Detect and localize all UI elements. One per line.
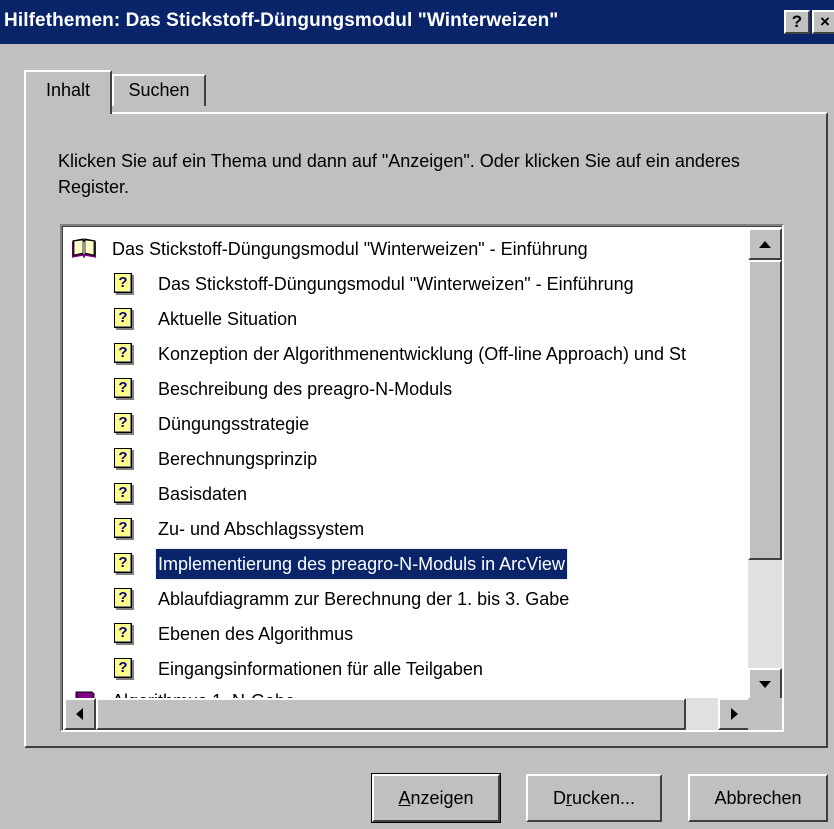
help-button[interactable]: ? — [784, 10, 810, 34]
tree-topic-item[interactable]: ? Düngungsstrategie — [64, 409, 750, 439]
help-topic-icon: ? — [114, 448, 132, 468]
horizontal-scrollbar[interactable] — [64, 698, 750, 730]
tab-suchen-label: Suchen — [128, 80, 190, 100]
horizontal-scroll-thumb[interactable] — [96, 698, 686, 730]
tree-topic-item[interactable]: ? Ablaufdiagramm zur Berechnung der 1. b… — [64, 584, 750, 614]
tree-topic-item[interactable]: ? Berechnungsprinzip — [64, 444, 750, 474]
tree-topic-item[interactable]: ? Konzeption der Algorithmenentwicklung … — [64, 339, 750, 369]
help-topic-icon: ? — [114, 413, 132, 433]
tree-topic-item[interactable]: ? Das Stickstoff-Düngungsmodul "Winterwe… — [64, 269, 750, 299]
tree-topic-item[interactable]: ? Basisdaten — [64, 479, 750, 509]
tree-topic-label: Zu- und Abschlagssystem — [158, 519, 365, 539]
arrow-left-icon — [76, 708, 83, 720]
tree-topic-label: Düngungsstrategie — [158, 414, 310, 434]
tree-topic-label: Implementierung des preagro-N-Moduls in … — [155, 548, 568, 580]
cancel-button[interactable]: Abbrechen — [688, 774, 828, 822]
help-topic-icon: ? — [114, 273, 132, 293]
help-topic-icon: ? — [114, 308, 132, 328]
help-topic-icon: ? — [114, 378, 132, 398]
help-topic-icon: ? — [114, 553, 132, 573]
tree-root-item[interactable]: Das Stickstoff-Düngungsmodul "Winterweiz… — [64, 234, 750, 264]
scroll-left-button[interactable] — [64, 698, 96, 730]
show-button-label: Anzeigen — [398, 788, 474, 808]
tree-topic-item[interactable]: ? Eingangsinformationen für alle Teilgab… — [64, 654, 750, 684]
mnemonic-letter: r — [565, 788, 572, 808]
instruction-text: Klicken Sie auf ein Thema und dann auf "… — [58, 151, 740, 197]
tree-topic-label: Das Stickstoff-Düngungsmodul "Winterweiz… — [158, 274, 634, 294]
tree-topic-label: Ebenen des Algorithmus — [158, 624, 354, 644]
help-topic-icon: ? — [114, 658, 132, 678]
tree-topic-label: Beschreibung des preagro-N-Moduls — [158, 379, 453, 399]
print-button-label: Drucken... — [552, 788, 636, 808]
tree-topic-label: Aktuelle Situation — [158, 309, 298, 329]
tree-topic-label: Ablaufdiagramm zur Berechnung der 1. bis… — [158, 589, 570, 609]
scroll-down-button[interactable] — [748, 668, 782, 700]
arrow-up-icon — [759, 241, 771, 248]
close-button[interactable]: × — [812, 10, 834, 34]
tree-topic-item-selected[interactable]: ? Implementierung des preagro-N-Moduls i… — [64, 548, 750, 580]
topic-tree[interactable]: Das Stickstoff-Düngungsmodul "Winterweiz… — [60, 224, 784, 732]
help-topic-icon: ? — [114, 518, 132, 538]
tree-viewport: Das Stickstoff-Düngungsmodul "Winterweiz… — [64, 228, 750, 700]
tab-suchen[interactable]: Suchen — [112, 74, 206, 106]
tree-topic-label: Basisdaten — [158, 484, 248, 504]
arrow-down-icon — [759, 681, 771, 688]
scroll-up-button[interactable] — [748, 228, 782, 260]
mnemonic-letter: A — [398, 788, 411, 808]
window-title: Hilfethemen: Das Stickstoff-Düngungsmodu… — [4, 10, 559, 31]
help-topic-icon: ? — [114, 343, 132, 363]
tree-topic-label: Berechnungsprinzip — [158, 449, 318, 469]
tree-topic-item[interactable]: ? Aktuelle Situation — [64, 304, 750, 334]
cancel-button-label: Abbrechen — [714, 788, 802, 808]
vertical-scroll-thumb[interactable] — [748, 260, 782, 560]
tree-root-label: Das Stickstoff-Düngungsmodul "Winterweiz… — [112, 239, 588, 259]
tree-topic-item[interactable]: ? Ebenen des Algorithmus — [64, 619, 750, 649]
vertical-scrollbar[interactable] — [748, 228, 782, 700]
tree-topic-item[interactable]: ? Zu- und Abschlagssystem — [64, 514, 750, 544]
print-button[interactable]: Drucken... — [526, 774, 662, 822]
help-topic-icon: ? — [114, 623, 132, 643]
tab-inhalt[interactable]: Inhalt — [24, 70, 112, 114]
tree-topic-label: Konzeption der Algorithmenentwicklung (O… — [158, 344, 686, 364]
tab-inhalt-label: Inhalt — [45, 80, 91, 100]
open-book-icon — [72, 238, 96, 258]
help-topic-icon: ? — [114, 483, 132, 503]
arrow-right-icon — [731, 708, 738, 720]
scrollbar-corner — [748, 698, 782, 730]
show-button[interactable]: Anzeigen — [371, 773, 501, 823]
scroll-right-button[interactable] — [718, 698, 750, 730]
help-topic-icon: ? — [114, 588, 132, 608]
tree-topic-label: Eingangsinformationen für alle Teilgaben — [158, 659, 483, 679]
title-bar[interactable]: Hilfethemen: Das Stickstoff-Düngungsmodu… — [0, 0, 834, 44]
tree-topic-item[interactable]: ? Beschreibung des preagro-N-Moduls — [64, 374, 750, 404]
